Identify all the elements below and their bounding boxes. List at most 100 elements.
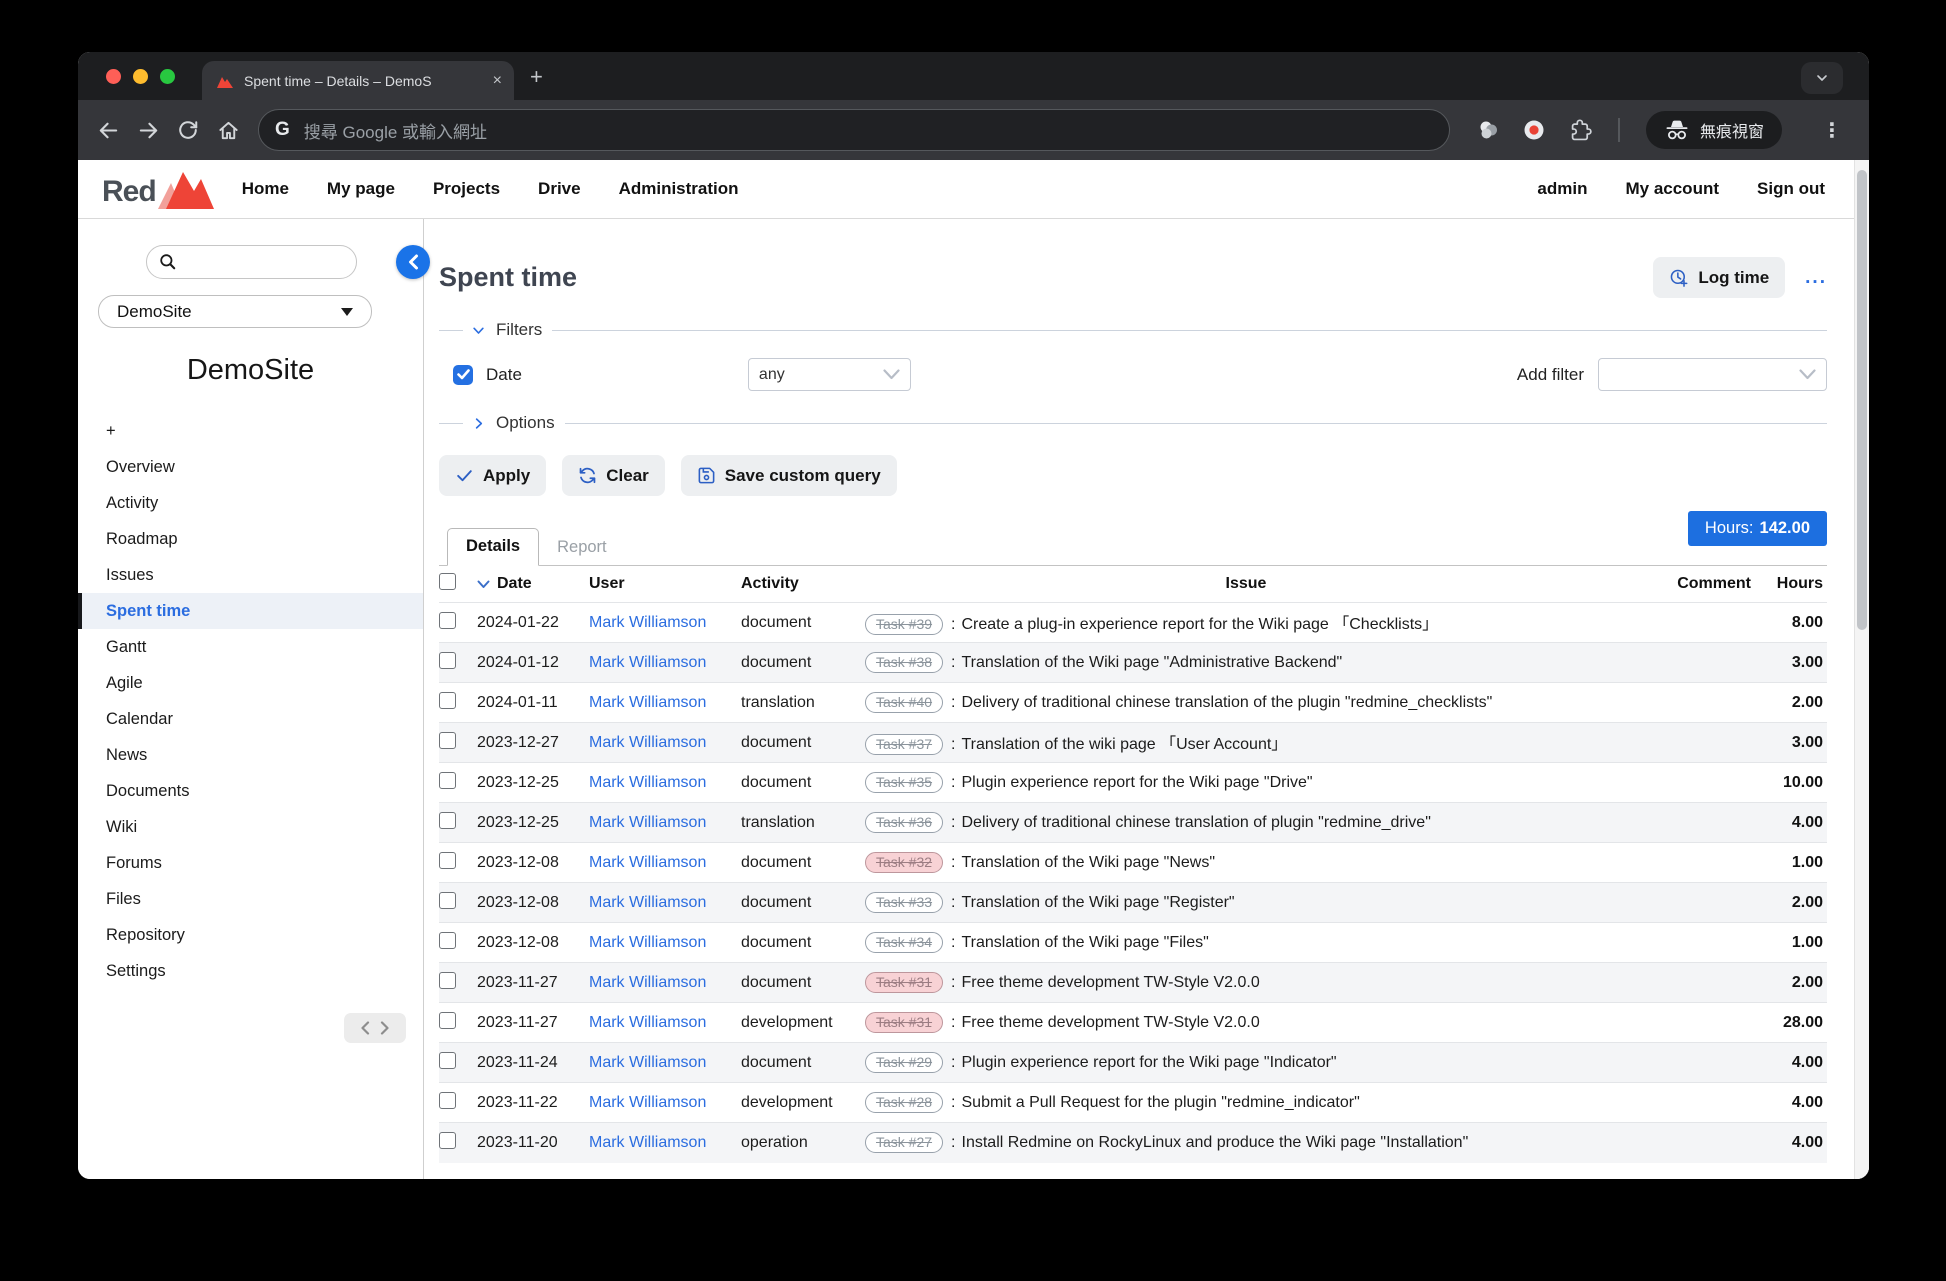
extension-venn-icon[interactable] xyxy=(1476,118,1500,142)
filters-label[interactable]: Filters xyxy=(494,320,544,340)
task-badge[interactable]: Task #28 xyxy=(865,1092,943,1113)
user-link[interactable]: Mark Williamson xyxy=(589,854,706,871)
nav-my-page[interactable]: My page xyxy=(327,179,395,199)
nav-my-account[interactable]: My account xyxy=(1625,179,1719,199)
row-checkbox[interactable] xyxy=(439,1052,456,1069)
forward-button[interactable] xyxy=(128,110,168,150)
task-badge[interactable]: Task #35 xyxy=(865,772,943,793)
row-checkbox[interactable] xyxy=(439,812,456,829)
row-checkbox[interactable] xyxy=(439,932,456,949)
options-label[interactable]: Options xyxy=(494,413,557,433)
user-link[interactable]: Mark Williamson xyxy=(589,934,706,951)
user-link[interactable]: Mark Williamson xyxy=(589,1054,706,1071)
user-link[interactable]: Mark Williamson xyxy=(589,1014,706,1031)
browser-menu-button[interactable]: ⋮ xyxy=(1822,118,1842,143)
task-badge[interactable]: Task #37 xyxy=(865,734,943,755)
close-window-button[interactable] xyxy=(106,69,121,84)
more-actions-button[interactable]: ... xyxy=(1805,267,1827,289)
task-badge[interactable]: Task #29 xyxy=(865,1052,943,1073)
select-all-checkbox[interactable] xyxy=(439,573,456,590)
save-custom-query-button[interactable]: Save custom query xyxy=(681,455,897,496)
clear-button[interactable]: Clear xyxy=(562,455,665,496)
apply-button[interactable]: Apply xyxy=(439,455,546,496)
user-link[interactable]: Mark Williamson xyxy=(589,774,706,791)
col-date[interactable]: Date xyxy=(497,575,532,593)
sidebar-item-calendar[interactable]: Calendar xyxy=(78,701,423,737)
user-link[interactable]: Mark Williamson xyxy=(589,654,706,671)
sidebar-item-forums[interactable]: Forums xyxy=(78,845,423,881)
sidebar-item-news[interactable]: News xyxy=(78,737,423,773)
user-link[interactable]: Mark Williamson xyxy=(589,1134,706,1151)
row-checkbox[interactable] xyxy=(439,692,456,709)
reload-button[interactable] xyxy=(168,110,208,150)
chevron-right-icon[interactable] xyxy=(380,1021,390,1035)
tab-details[interactable]: Details xyxy=(447,528,539,566)
nav-projects[interactable]: Projects xyxy=(433,179,500,199)
scrollbar-thumb[interactable] xyxy=(1857,170,1867,630)
row-checkbox[interactable] xyxy=(439,1012,456,1029)
add-filter-select[interactable] xyxy=(1598,358,1827,391)
user-link[interactable]: Mark Williamson xyxy=(589,974,706,991)
row-checkbox[interactable] xyxy=(439,892,456,909)
chevron-left-icon[interactable] xyxy=(360,1021,370,1035)
user-link[interactable]: Mark Williamson xyxy=(589,734,706,751)
sidebar-item-roadmap[interactable]: Roadmap xyxy=(78,521,423,557)
task-badge[interactable]: Task #31 xyxy=(865,1012,943,1033)
zoom-window-button[interactable] xyxy=(160,69,175,84)
minimize-window-button[interactable] xyxy=(133,69,148,84)
task-badge[interactable]: Task #34 xyxy=(865,932,943,953)
new-tab-button[interactable]: + xyxy=(530,66,543,88)
sidebar-item-repository[interactable]: Repository xyxy=(78,917,423,953)
sidebar-item-settings[interactable]: Settings xyxy=(78,953,423,989)
task-badge[interactable]: Task #27 xyxy=(865,1132,943,1153)
row-checkbox[interactable] xyxy=(439,852,456,869)
collapse-sidebar-button[interactable] xyxy=(396,245,430,279)
nav-sign-out[interactable]: Sign out xyxy=(1757,179,1825,199)
search-input[interactable] xyxy=(146,245,357,279)
page-scrollbar[interactable] xyxy=(1854,160,1869,1179)
address-bar[interactable]: G 搜尋 Google 或輸入網址 xyxy=(258,109,1450,151)
nav-home[interactable]: Home xyxy=(242,179,289,199)
back-button[interactable] xyxy=(88,110,128,150)
sidebar-item-spent-time[interactable]: Spent time xyxy=(78,593,423,629)
task-badge[interactable]: Task #31 xyxy=(865,972,943,993)
date-operator-select[interactable]: any xyxy=(748,358,911,391)
sidebar-item-issues[interactable]: Issues xyxy=(78,557,423,593)
sidebar-item-activity[interactable]: Activity xyxy=(78,485,423,521)
chevron-down-icon[interactable] xyxy=(471,323,486,338)
col-comment[interactable]: Comment xyxy=(1627,566,1757,603)
tab-search-button[interactable] xyxy=(1801,62,1843,94)
col-user[interactable]: User xyxy=(589,566,741,603)
task-badge[interactable]: Task #38 xyxy=(865,652,943,673)
sidebar-item-wiki[interactable]: Wiki xyxy=(78,809,423,845)
row-checkbox[interactable] xyxy=(439,652,456,669)
col-hours[interactable]: Hours xyxy=(1757,566,1827,603)
home-button[interactable] xyxy=(208,110,248,150)
user-link[interactable]: Mark Williamson xyxy=(589,694,706,711)
user-link[interactable]: Mark Williamson xyxy=(589,814,706,831)
sort-desc-icon[interactable] xyxy=(477,580,490,589)
col-issue[interactable]: Issue xyxy=(865,566,1627,603)
sidebar-item-documents[interactable]: Documents xyxy=(78,773,423,809)
sidebar-item-overview[interactable]: Overview xyxy=(78,449,423,485)
tab-report[interactable]: Report xyxy=(539,530,625,566)
chevron-right-icon[interactable] xyxy=(471,416,486,431)
extensions-puzzle-icon[interactable] xyxy=(1568,118,1592,143)
project-jump-select[interactable]: DemoSite xyxy=(98,295,372,328)
extension-record-icon[interactable] xyxy=(1522,118,1546,142)
sidebar-item-files[interactable]: Files xyxy=(78,881,423,917)
tab-close-icon[interactable]: × xyxy=(493,72,502,90)
row-checkbox[interactable] xyxy=(439,1132,456,1149)
row-checkbox[interactable] xyxy=(439,612,456,629)
user-link[interactable]: Mark Williamson xyxy=(589,1094,706,1111)
task-badge[interactable]: Task #40 xyxy=(865,692,943,713)
row-checkbox[interactable] xyxy=(439,972,456,989)
task-badge[interactable]: Task #33 xyxy=(865,892,943,913)
row-checkbox[interactable] xyxy=(439,732,456,749)
task-badge[interactable]: Task #32 xyxy=(865,852,943,873)
nav-drive[interactable]: Drive xyxy=(538,179,581,199)
user-link[interactable]: Mark Williamson xyxy=(589,614,706,631)
redmine-logo[interactable]: Red xyxy=(102,169,216,209)
row-checkbox[interactable] xyxy=(439,772,456,789)
col-activity[interactable]: Activity xyxy=(741,566,865,603)
